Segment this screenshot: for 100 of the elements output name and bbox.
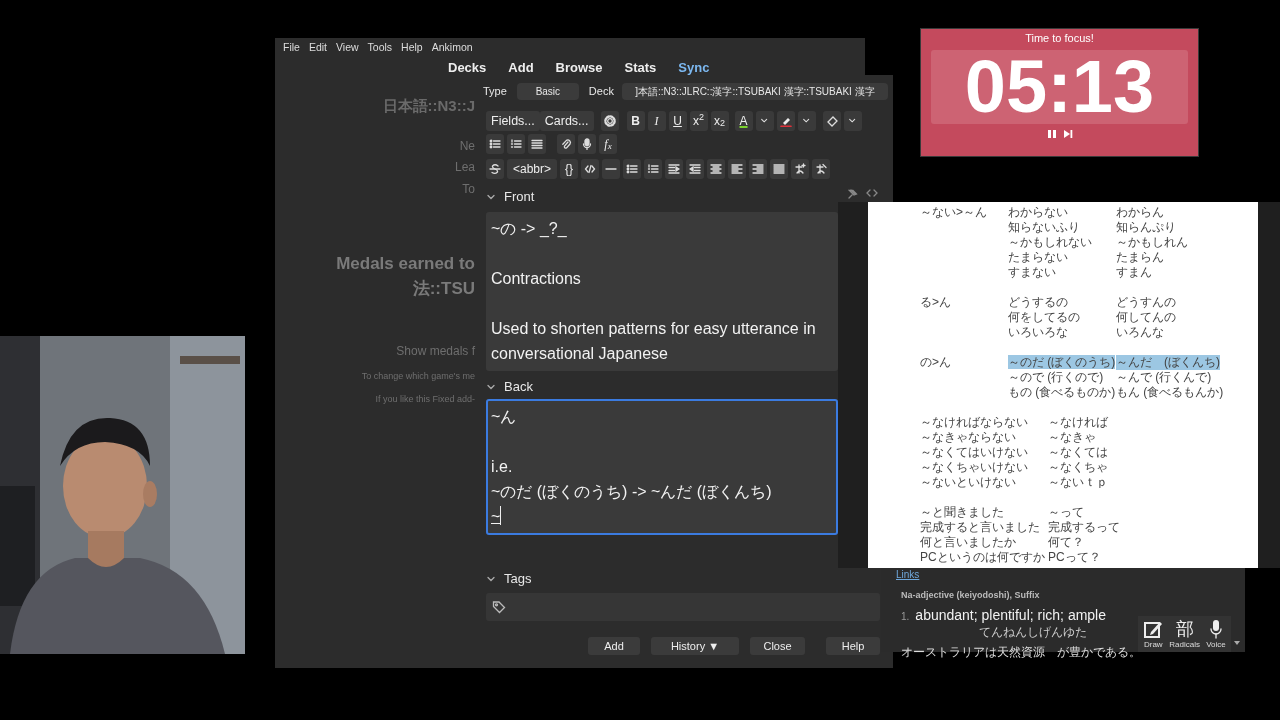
- underline-button[interactable]: U: [668, 111, 687, 131]
- table-cell: ～なくちゃいけない: [920, 460, 1028, 474]
- paperclip-icon[interactable]: [560, 138, 572, 150]
- table-cell: もの (食べるものか): [1008, 385, 1116, 399]
- table-cell: どうすんの: [1116, 295, 1176, 310]
- table-cell: いろいろな: [1008, 325, 1068, 339]
- text-field[interactable]: ~ん i.e. ~のだ (ぼくのうち) -> ~んだ (ぼくんち) ~: [486, 399, 838, 535]
- fields-button[interactable]: Fields...: [486, 111, 540, 131]
- code-icon[interactable]: [584, 163, 597, 175]
- heading-text: 日本語::N3::J: [381, 97, 475, 115]
- outdent-icon[interactable]: [689, 163, 702, 175]
- abbr-button[interactable]: <abbr>: [507, 159, 558, 179]
- tag-input[interactable]: [486, 593, 880, 621]
- paragraph-icon[interactable]: [531, 138, 543, 150]
- formula-button[interactable]: f$_{x}$: [599, 134, 617, 154]
- table-cell: ～ない>～ん: [920, 205, 987, 219]
- menu-item[interactable]: Tools: [367, 39, 393, 56]
- bullet-list-icon[interactable]: [489, 138, 501, 150]
- tool-button[interactable]: Draw: [1143, 619, 1164, 651]
- definition-text: abundant; plentiful; rich; ample: [915, 605, 1107, 625]
- dialog-button[interactable]: Close: [750, 637, 805, 655]
- deck-button[interactable]: ]本語::N3::JLRC::漢字::TSUBAKI 漢字::TSUBAKI 漢字: [621, 82, 888, 100]
- text-cursor: [500, 505, 502, 525]
- table-cell: ～なければならない: [920, 415, 1028, 429]
- table-cell: ～ので (行くので): [1008, 370, 1104, 384]
- chevron-icon[interactable]: [486, 192, 496, 202]
- indent-icon[interactable]: [668, 163, 681, 175]
- tool-button[interactable]: Voice: [1206, 619, 1226, 651]
- dialog-button[interactable]: Help: [826, 637, 880, 655]
- align-left-icon[interactable]: [731, 163, 744, 175]
- menu-item[interactable]: Help: [401, 39, 423, 56]
- cards-button[interactable]: Cards...: [539, 111, 594, 131]
- bold-button[interactable]: B: [626, 111, 645, 131]
- chevron-icon[interactable]: [486, 382, 496, 392]
- table-cell: ～のだ (ぼくのうち): [1008, 355, 1116, 369]
- numbered-list-icon[interactable]: [510, 138, 522, 150]
- field-label: Front: [504, 188, 535, 207]
- table-cell: 知らないふり: [1008, 220, 1080, 234]
- pause-icon[interactable]: [1046, 129, 1057, 139]
- table-cell: ～かもしれん: [1116, 235, 1188, 250]
- numbered-list-icon[interactable]: [647, 163, 660, 175]
- heading-text: Medals earned to: [335, 253, 475, 275]
- html-editor-icon[interactable]: [866, 189, 878, 197]
- tool-button[interactable]: 部 Radicals: [1169, 619, 1200, 651]
- table-cell: ～なくちゃ: [1048, 460, 1108, 475]
- strikethrough-icon[interactable]: [489, 163, 501, 175]
- table-cell: 何をしてるの: [1008, 310, 1080, 324]
- align-justify-icon[interactable]: [773, 163, 786, 175]
- microphone-icon[interactable]: [581, 138, 593, 150]
- table-cell: 何と言いましたか: [920, 535, 1016, 549]
- align-center-icon[interactable]: [710, 163, 723, 175]
- bullet-list-icon[interactable]: [626, 163, 639, 175]
- table-cell: 何て？: [1048, 535, 1084, 550]
- furigana-text: てんねんしげん: [979, 625, 1063, 638]
- note-type-button[interactable]: Basic: [516, 82, 579, 100]
- menu-item[interactable]: Ankimon: [431, 39, 473, 56]
- deck-label: Deck: [588, 83, 614, 99]
- label-text: Lea: [453, 159, 475, 175]
- field-text: i.e.: [491, 457, 513, 475]
- field-text: ~ん: [491, 407, 517, 425]
- furigana-add-icon[interactable]: [794, 163, 807, 175]
- composing-text: ~: [491, 507, 501, 525]
- field-label: Back: [504, 378, 533, 397]
- braces-button[interactable]: {}: [560, 159, 579, 179]
- dropdown-icon[interactable]: [1233, 640, 1241, 646]
- table-cell: もん (食べるもんか): [1116, 385, 1224, 400]
- menu-item[interactable]: File: [283, 39, 300, 56]
- field-text: ~の -> _?_: [491, 219, 567, 237]
- toolbar-link[interactable]: Sync: [678, 57, 710, 78]
- text-color-button[interactable]: A: [734, 111, 753, 131]
- menu-item[interactable]: Edit: [308, 39, 327, 56]
- furigana-remove-icon[interactable]: [815, 163, 828, 175]
- superscript-button[interactable]: x$^{2}$: [689, 111, 708, 131]
- table-cell: ～かもしれない: [1008, 235, 1092, 249]
- table-cell: ～って: [1048, 505, 1084, 520]
- italic-button[interactable]: I: [647, 111, 666, 131]
- toolbar-link[interactable]: Decks: [448, 57, 487, 78]
- table-cell: る>ん: [920, 295, 951, 309]
- eraser-icon[interactable]: [825, 115, 838, 127]
- toolbar-link[interactable]: Stats: [624, 57, 657, 78]
- table-cell: 完成するって: [1048, 520, 1120, 535]
- table-cell: たまらない: [1008, 250, 1068, 264]
- skip-icon[interactable]: [1062, 129, 1073, 139]
- pin-icon[interactable]: [848, 189, 858, 199]
- text-field[interactable]: ~の -> _?_ Contractions Used to shorten patterns for easy utterance in conversational Japanese: [486, 212, 838, 371]
- dialog-button[interactable]: History ▼: [651, 637, 739, 655]
- toolbar-link[interactable]: Add: [508, 57, 534, 78]
- table-cell: わからん: [1116, 205, 1164, 220]
- label-text: Show medals f: [395, 343, 475, 359]
- toolbar-link[interactable]: Browse: [555, 57, 603, 78]
- table-cell: ～と聞きました: [920, 505, 1004, 519]
- subscript-button[interactable]: x$_{2}$: [710, 111, 729, 131]
- table-cell: ～なくては: [1048, 445, 1108, 460]
- menu-item[interactable]: View: [336, 39, 359, 56]
- gear-icon[interactable]: [603, 115, 616, 127]
- highlighter-icon[interactable]: [779, 115, 792, 127]
- dialog-button[interactable]: Add: [588, 637, 640, 655]
- links-link[interactable]: Links: [896, 569, 920, 580]
- align-right-icon[interactable]: [752, 163, 765, 175]
- chevron-icon[interactable]: [486, 574, 496, 584]
